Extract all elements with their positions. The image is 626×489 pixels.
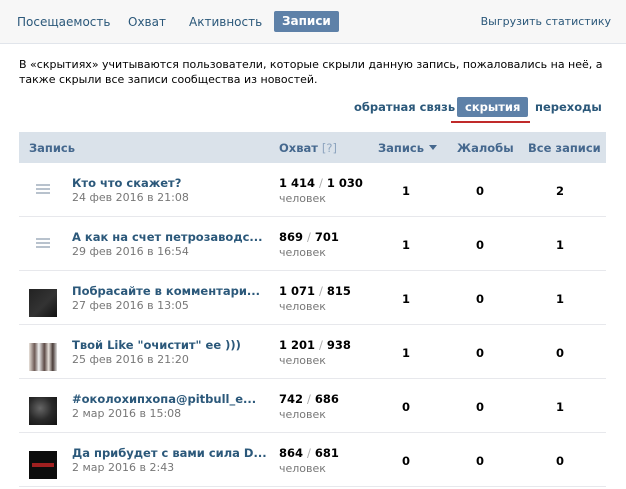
text-lines-icon	[36, 184, 50, 196]
post-date: 2 мар 2016 в 15:08	[72, 407, 182, 420]
all-posts-hidden-count: 0	[555, 346, 564, 360]
reach-unit: человек	[279, 300, 326, 313]
post-date: 27 фев 2016 в 13:05	[72, 299, 189, 312]
post-title-link[interactable]: Кто что скажет?	[72, 176, 181, 190]
subtab-clicks[interactable]: переходы	[535, 100, 602, 114]
tab-posts[interactable]: Записи	[274, 11, 339, 32]
reach-value: 1 071 / 815	[279, 284, 351, 298]
header-reach-label: Охват	[279, 141, 318, 155]
post-title-link[interactable]: Побрасайте в комментари...	[72, 284, 260, 298]
table-row: #околохипхопа@pitbull_e... 2 мар 2016 в …	[19, 379, 606, 433]
reach-value: 1 414 / 1 030	[279, 176, 363, 190]
post-thumbnail[interactable]	[29, 397, 57, 425]
all-posts-hidden-count: 1	[555, 238, 564, 252]
header-post-sort[interactable]: Запись	[378, 141, 438, 155]
post-thumbnail[interactable]	[29, 289, 57, 317]
reach-help-icon[interactable]: [?]	[322, 141, 337, 155]
table-row: Да прибудет с вами сила D... 2 мар 2016 …	[19, 433, 606, 487]
all-posts-hidden-count: 2	[555, 184, 564, 198]
reach-value: 864 / 681	[279, 446, 339, 460]
hidden-info-note: В «скрытиях» учитываются пользователи, к…	[19, 58, 603, 86]
tab-visits[interactable]: Посещаемость	[17, 15, 110, 29]
reach-value: 869 / 701	[279, 230, 339, 244]
subtab-feedback[interactable]: обратная связь	[354, 100, 455, 114]
post-hidden-count: 0	[401, 400, 410, 414]
post-hidden-count: 1	[401, 238, 410, 252]
post-date: 24 фев 2016 в 21:08	[72, 191, 189, 204]
reach-unit: человек	[279, 462, 326, 475]
post-date: 25 фев 2016 в 21:20	[72, 353, 189, 366]
reach-unit: человек	[279, 408, 326, 421]
complaints-count: 0	[475, 346, 484, 360]
reach-value: 1 201 / 938	[279, 338, 351, 352]
tab-reach[interactable]: Охват	[128, 15, 166, 29]
all-posts-hidden-count: 1	[555, 292, 564, 306]
header-all-posts[interactable]: Все записи	[528, 141, 601, 155]
reach-unit: человек	[279, 192, 326, 205]
post-thumbnail[interactable]	[29, 343, 57, 371]
header-post[interactable]: Запись	[29, 141, 75, 155]
post-title-link[interactable]: #околохипхопа@pitbull_e...	[72, 392, 256, 406]
post-title-link[interactable]: Твой Like "очистит" ее )))	[72, 338, 241, 352]
complaints-count: 0	[475, 400, 484, 414]
table-row: А как на счет петрозаводс... 29 фев 2016…	[19, 217, 606, 271]
reach-unit: человек	[279, 246, 326, 259]
subtab-hidden[interactable]: скрытия	[457, 97, 529, 117]
complaints-count: 0	[475, 238, 484, 252]
post-hidden-count: 1	[401, 346, 410, 360]
reach-unit: человек	[279, 354, 326, 367]
export-stats-link[interactable]: Выгрузить статистику	[481, 15, 611, 28]
complaints-count: 0	[475, 184, 484, 198]
all-posts-hidden-count: 1	[555, 400, 564, 414]
post-thumbnail[interactable]	[29, 451, 57, 479]
post-hidden-count: 1	[401, 184, 410, 198]
post-hidden-count: 0	[401, 454, 410, 468]
post-title-link[interactable]: Да прибудет с вами сила D...	[72, 446, 267, 460]
stats-topbar: Посещаемость Охват Активность Записи Выг…	[0, 0, 626, 44]
table-row: Твой Like "очистит" ее ))) 25 фев 2016 в…	[19, 325, 606, 379]
table-row: Побрасайте в комментари... 27 фев 2016 в…	[19, 271, 606, 325]
tab-activity[interactable]: Активность	[189, 15, 262, 29]
header-reach[interactable]: Охват [?]	[279, 141, 337, 155]
header-complaints[interactable]: Жалобы	[457, 141, 514, 155]
complaints-count: 0	[475, 454, 484, 468]
header-post-col-label: Запись	[378, 141, 425, 155]
complaints-count: 0	[475, 292, 484, 306]
sort-desc-icon	[429, 145, 438, 150]
post-date: 29 фев 2016 в 16:54	[72, 245, 189, 258]
post-title-link[interactable]: А как на счет петрозаводс...	[72, 230, 263, 244]
active-subtab-underline	[451, 121, 530, 123]
table-header: Запись Охват [?] Запись Жалобы Все запис…	[19, 132, 606, 163]
table-row: Кто что скажет? 24 фев 2016 в 21:08 1 41…	[19, 163, 606, 217]
post-date: 2 мар 2016 в 2:43	[72, 461, 175, 474]
all-posts-hidden-count: 0	[555, 454, 564, 468]
post-hidden-count: 1	[401, 292, 410, 306]
reach-value: 742 / 686	[279, 392, 339, 406]
text-lines-icon	[36, 238, 50, 250]
